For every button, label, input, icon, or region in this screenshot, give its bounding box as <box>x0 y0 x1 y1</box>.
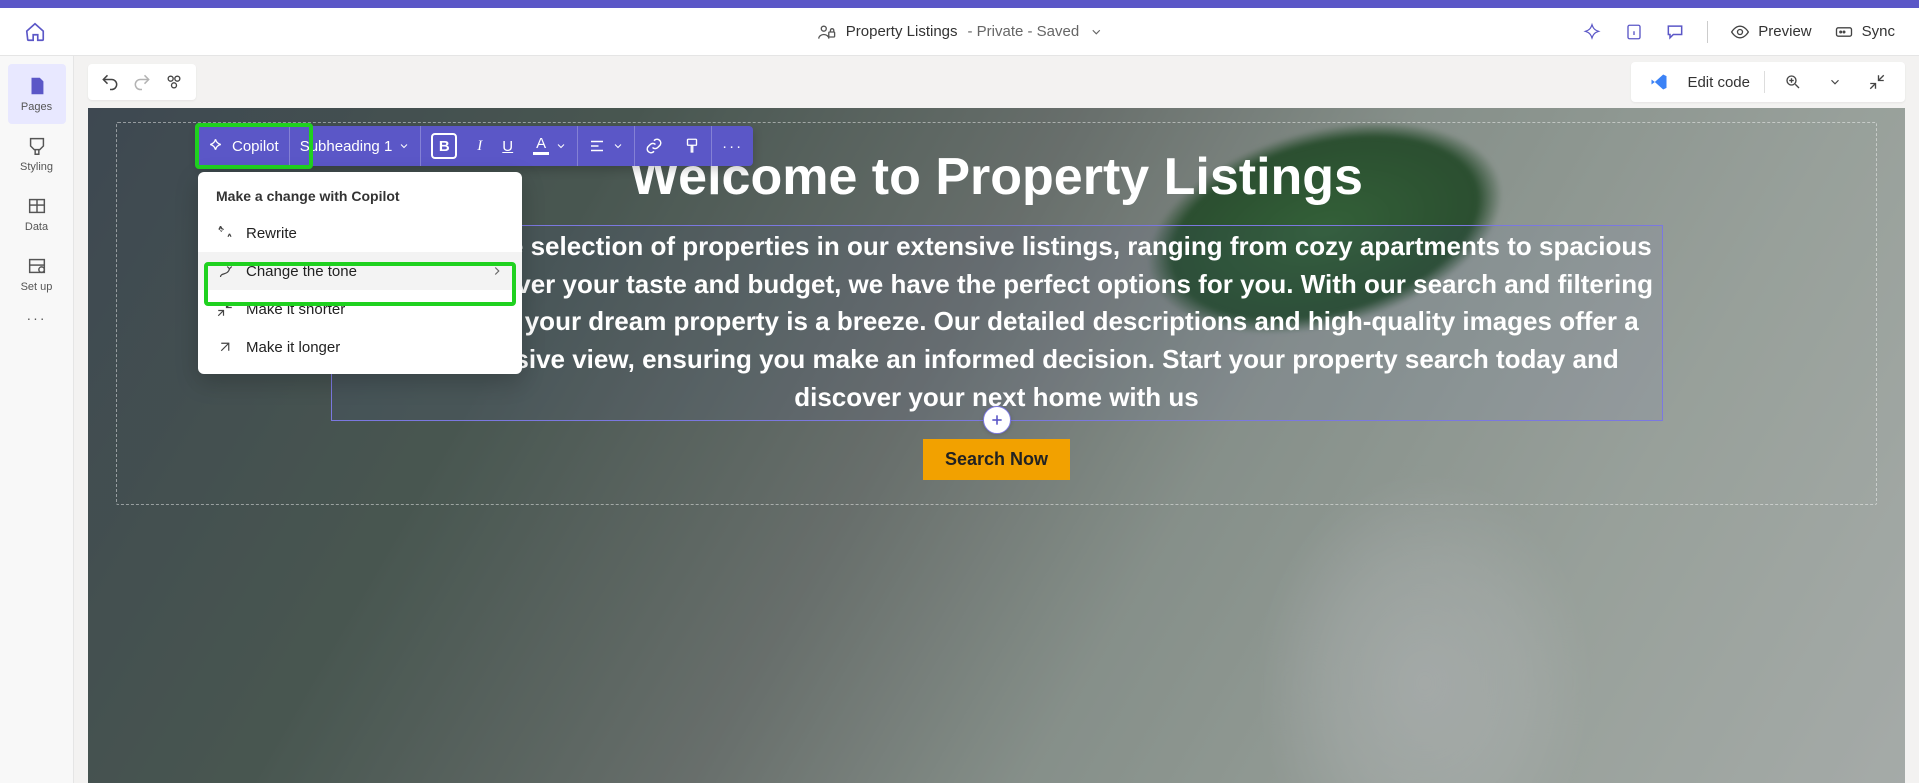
rail-label: Pages <box>21 101 52 113</box>
comment-icon[interactable] <box>1665 22 1685 42</box>
rail-item-pages[interactable]: Pages <box>8 64 66 124</box>
edit-code-label: Edit code <box>1687 74 1750 91</box>
copilot-menu-title: Make a change with Copilot <box>198 184 522 214</box>
hero-body-text: Explore a wide selection of properties i… <box>340 228 1654 416</box>
preview-label: Preview <box>1758 23 1811 40</box>
rail-label: Data <box>25 221 48 233</box>
italic-button[interactable]: I <box>467 126 492 166</box>
text-style-dropdown[interactable]: Subheading 1 <box>289 126 421 166</box>
copilot-item-change-tone[interactable]: Change the tone <box>198 252 522 290</box>
edit-code-button[interactable]: Edit code <box>1687 74 1750 91</box>
vscode-icon <box>1645 68 1673 96</box>
copilot-item-label: Make it shorter <box>246 301 345 318</box>
format-paint-button[interactable] <box>673 126 711 166</box>
info-icon[interactable] <box>1625 23 1643 41</box>
underline-button[interactable]: U <box>492 126 523 166</box>
rail-label: Styling <box>20 161 53 173</box>
link-button[interactable] <box>634 126 673 166</box>
left-rail: Pages Styling Data Set up ··· <box>0 56 74 783</box>
copilot-item-make-shorter[interactable]: Make it shorter <box>198 290 522 328</box>
add-element-button[interactable] <box>983 406 1011 434</box>
redo-icon[interactable] <box>128 68 156 96</box>
components-icon[interactable] <box>160 68 188 96</box>
search-now-button[interactable]: Search Now <box>923 439 1070 480</box>
copilot-item-label: Make it longer <box>246 339 340 356</box>
chevron-right-icon <box>490 264 504 278</box>
document-status: - Private - Saved <box>968 23 1080 40</box>
formatting-toolbar: Copilot Subheading 1 B I U A <box>198 126 753 166</box>
copilot-toolbar-label: Copilot <box>232 138 279 155</box>
sync-button[interactable]: Sync <box>1834 22 1895 42</box>
chevron-down-icon[interactable] <box>1089 25 1103 39</box>
home-icon[interactable] <box>24 21 46 43</box>
font-color-button[interactable]: A <box>523 126 577 166</box>
copilot-header-icon[interactable] <box>1583 22 1603 42</box>
canvas-toolbar: Edit code <box>74 56 1919 108</box>
collapse-icon[interactable] <box>1863 68 1891 96</box>
undo-icon[interactable] <box>96 68 124 96</box>
rail-item-styling[interactable]: Styling <box>8 124 66 184</box>
people-lock-icon <box>816 22 836 42</box>
rail-label: Set up <box>21 281 53 293</box>
document-name: Property Listings <box>846 23 958 40</box>
rail-more-icon[interactable]: ··· <box>27 310 47 326</box>
divider <box>1764 71 1765 93</box>
window-accent-strip <box>0 0 1919 8</box>
copilot-item-label: Change the tone <box>246 263 357 280</box>
more-options-button[interactable]: ··· <box>711 126 753 166</box>
copilot-item-make-longer[interactable]: Make it longer <box>198 328 522 366</box>
rail-item-setup[interactable]: Set up <box>8 244 66 304</box>
hero-body-selected[interactable]: Explore a wide selection of properties i… <box>331 225 1663 421</box>
preview-button[interactable]: Preview <box>1730 22 1811 42</box>
sync-label: Sync <box>1862 23 1895 40</box>
copilot-item-rewrite[interactable]: Rewrite <box>198 214 522 252</box>
copilot-toolbar-button[interactable]: Copilot <box>198 126 289 166</box>
scrollbar-vertical[interactable] <box>1887 108 1905 783</box>
align-button[interactable] <box>577 126 634 166</box>
text-style-label: Subheading 1 <box>300 138 393 155</box>
zoom-icon[interactable] <box>1779 68 1807 96</box>
copilot-item-label: Rewrite <box>246 225 297 242</box>
chevron-down-icon[interactable] <box>1821 68 1849 96</box>
copilot-menu: Make a change with Copilot Rewrite Chang… <box>198 172 522 374</box>
rail-item-data[interactable]: Data <box>8 184 66 244</box>
bold-button[interactable]: B <box>420 126 467 166</box>
divider <box>1707 21 1708 43</box>
title-bar: Property Listings - Private - Saved Prev… <box>0 8 1919 56</box>
